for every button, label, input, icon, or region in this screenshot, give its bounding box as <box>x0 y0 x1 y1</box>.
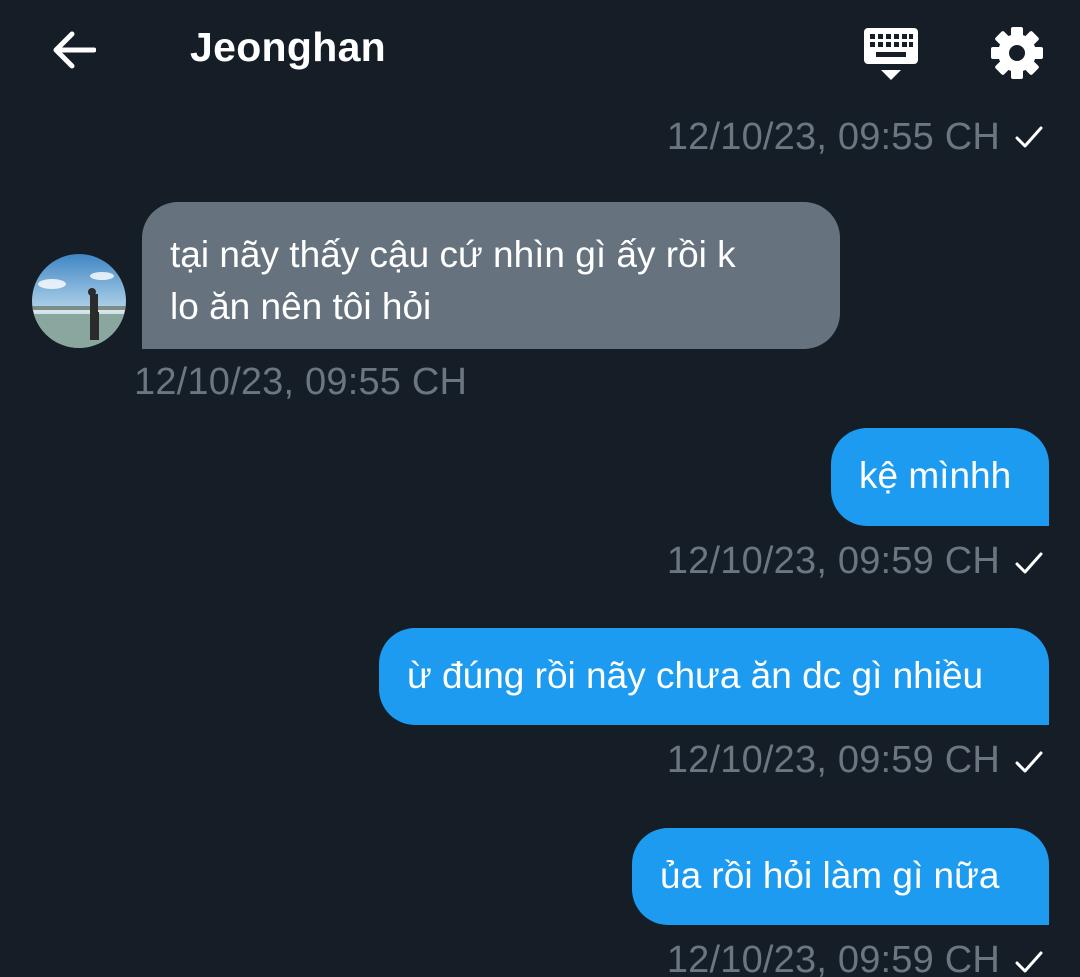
gear-icon <box>991 27 1043 79</box>
message-text-line: tại nãy thấy cậu cứ nhìn gì ấy rồi k <box>170 234 736 275</box>
check-icon <box>1015 751 1043 773</box>
back-button[interactable] <box>48 26 100 74</box>
message-timestamp: 12/10/23, 09:59 CH <box>666 540 1000 582</box>
outgoing-message-bubble[interactable]: ừ đúng rồi nãy chưa ăn dc gì nhiều <box>379 628 1049 725</box>
conversation-title: Jeonghan <box>190 24 387 70</box>
message-timestamp: 12/10/23, 09:55 CH <box>666 116 1000 158</box>
message-timestamp: 12/10/23, 09:59 CH <box>666 739 1000 781</box>
incoming-message-bubble[interactable]: tại nãy thấy cậu cứ nhìn gì ấy rồi k lo … <box>142 202 840 349</box>
message-text: kệ mìnhh <box>859 455 1012 496</box>
check-icon <box>1015 126 1043 148</box>
avatar[interactable] <box>32 254 126 348</box>
message-text: ủa rồi hỏi làm gì nữa <box>660 855 1000 896</box>
arrow-left-icon <box>53 31 96 69</box>
message-timestamp: 12/10/23, 09:59 CH <box>666 939 1000 977</box>
message-text-line: lo ăn nên tôi hỏi <box>170 286 432 327</box>
outgoing-message-bubble[interactable]: ủa rồi hỏi làm gì nữa <box>632 828 1049 925</box>
check-icon <box>1015 951 1043 973</box>
chat-header: Jeonghan <box>0 0 1080 100</box>
message-timestamp: 12/10/23, 09:55 CH <box>134 361 468 403</box>
chat-screen: Jeonghan 12/10/23, 09:55 CH tại nãy thấy… <box>0 0 1080 977</box>
avatar-photo <box>32 254 126 348</box>
check-icon <box>1015 552 1043 574</box>
keyboard-icon <box>864 28 918 80</box>
message-text: ừ đúng rồi nãy chưa ăn dc gì nhiều <box>407 655 984 696</box>
outgoing-message-bubble[interactable]: kệ mìnhh <box>831 428 1049 526</box>
keyboard-button[interactable] <box>862 26 920 82</box>
settings-button[interactable] <box>988 24 1046 82</box>
